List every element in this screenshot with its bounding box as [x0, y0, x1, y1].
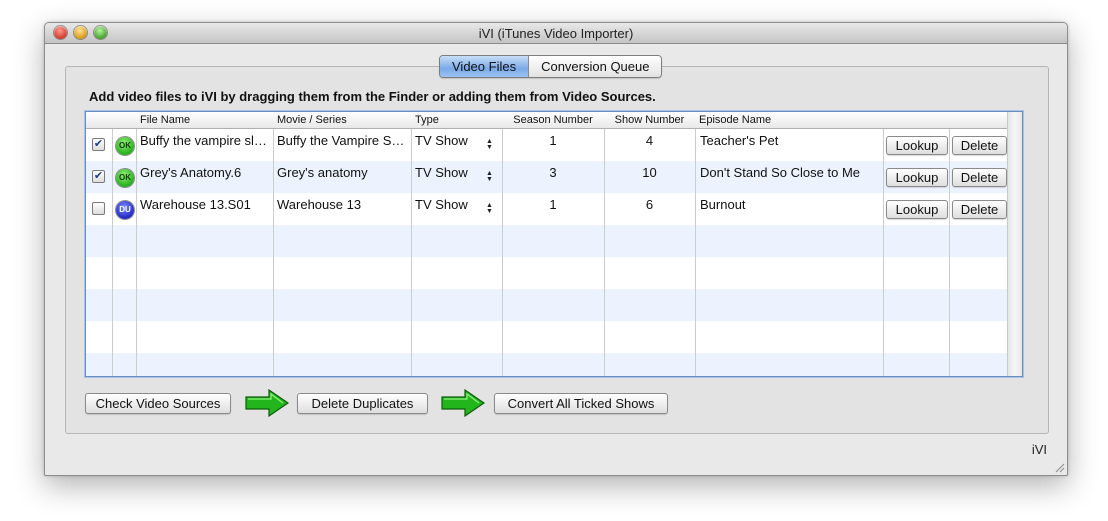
delete-duplicates-button[interactable]: Delete Duplicates: [297, 393, 428, 414]
empty-row: [86, 225, 1008, 257]
column-header-type[interactable]: Type: [411, 112, 502, 128]
delete-button[interactable]: Delete: [952, 200, 1007, 219]
file-name-cell: Grey's Anatomy.6: [140, 165, 242, 180]
column-header-episode-name[interactable]: Episode Name: [695, 112, 883, 128]
show-number-cell[interactable]: 10: [604, 165, 695, 180]
column-divider: [112, 112, 113, 376]
column-header-season-number[interactable]: Season Number: [502, 112, 604, 128]
empty-row: [86, 321, 1008, 353]
series-cell[interactable]: Grey's anatomy: [277, 165, 407, 180]
series-cell[interactable]: Warehouse 13: [277, 197, 407, 212]
tab-conversion-queue[interactable]: Conversion Queue: [528, 56, 662, 77]
convert-all-ticked-shows-button[interactable]: Convert All Ticked Shows: [494, 393, 668, 414]
column-divider: [949, 112, 950, 376]
status-label: iVI: [1031, 442, 1047, 457]
lookup-button[interactable]: Lookup: [886, 200, 948, 219]
delete-button[interactable]: Delete: [952, 168, 1007, 187]
arrow-right-icon: [441, 389, 485, 417]
row-checkbox[interactable]: [92, 202, 105, 215]
column-divider: [273, 112, 274, 376]
type-select[interactable]: TV Show: [415, 133, 485, 148]
lookup-button[interactable]: Lookup: [886, 168, 948, 187]
table-header: File Name Movie / Series Type Season Num…: [86, 112, 1008, 129]
episode-name-cell[interactable]: Don't Stand So Close to Me: [700, 165, 880, 180]
season-cell[interactable]: 3: [502, 165, 604, 180]
series-cell[interactable]: Buffy the Vampire Slayer: [277, 133, 407, 148]
empty-row: [86, 257, 1008, 289]
column-divider: [883, 112, 884, 376]
column-header-movie-series[interactable]: Movie / Series: [273, 112, 411, 128]
column-divider: [604, 112, 605, 376]
season-cell[interactable]: 1: [502, 133, 604, 148]
empty-row: [86, 289, 1008, 321]
column-divider: [695, 112, 696, 376]
type-select[interactable]: TV Show: [415, 165, 485, 180]
column-header-show-number[interactable]: Show Number: [604, 112, 695, 128]
show-number-cell[interactable]: 4: [604, 133, 695, 148]
video-files-table[interactable]: File Name Movie / Series Type Season Num…: [85, 111, 1023, 377]
status-ok-icon: OK: [116, 169, 134, 187]
column-divider: [502, 112, 503, 376]
vertical-scrollbar[interactable]: [1007, 112, 1022, 376]
resize-grip-icon[interactable]: [1053, 461, 1065, 473]
status-ok-icon: OK: [116, 137, 134, 155]
row-checkbox[interactable]: ✔: [92, 138, 105, 151]
episode-name-cell[interactable]: Burnout: [700, 197, 880, 212]
type-stepper-icon[interactable]: ▲ ▼: [486, 170, 493, 183]
empty-row: [86, 353, 1008, 376]
column-divider: [136, 112, 137, 376]
show-number-cell[interactable]: 6: [604, 197, 695, 212]
type-stepper-icon[interactable]: ▲ ▼: [486, 138, 493, 151]
episode-name-cell[interactable]: Teacher's Pet: [700, 133, 880, 148]
app-window: iVI (iTunes Video Importer) Video Files …: [44, 22, 1068, 476]
season-cell[interactable]: 1: [502, 197, 604, 212]
type-stepper-icon[interactable]: ▲ ▼: [486, 202, 493, 215]
column-header-file-name[interactable]: File Name: [136, 112, 273, 128]
window-title: iVI (iTunes Video Importer): [478, 26, 634, 41]
lookup-button[interactable]: Lookup: [886, 136, 948, 155]
check-video-sources-button[interactable]: Check Video Sources: [85, 393, 231, 414]
type-select[interactable]: TV Show: [415, 197, 485, 212]
tab-bar: Video Files Conversion Queue: [439, 55, 663, 78]
instruction-text: Add video files to iVI by dragging them …: [89, 89, 656, 104]
tab-video-files[interactable]: Video Files: [440, 56, 529, 77]
status-duplicate-icon: DU: [116, 201, 134, 219]
file-name-cell: Buffy the vampire slayer: [140, 133, 271, 148]
delete-button[interactable]: Delete: [952, 136, 1007, 155]
arrow-right-icon: [245, 389, 289, 417]
title-bar[interactable]: iVI (iTunes Video Importer): [45, 23, 1067, 44]
column-divider: [411, 112, 412, 376]
file-name-cell: Warehouse 13.S01: [140, 197, 251, 212]
row-checkbox[interactable]: ✔: [92, 170, 105, 183]
